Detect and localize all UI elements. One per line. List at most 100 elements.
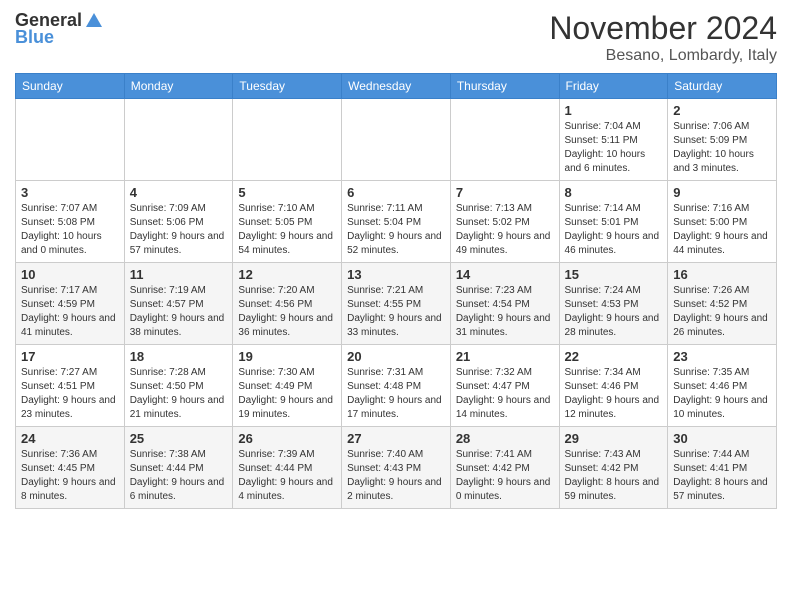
calendar-cell: 14Sunrise: 7:23 AM Sunset: 4:54 PM Dayli… [450,263,559,345]
day-number: 9 [673,185,771,200]
page-header: General Blue November 2024 Besano, Lomba… [15,10,777,65]
calendar-header-row: Sunday Monday Tuesday Wednesday Thursday… [16,74,777,99]
day-info: Sunrise: 7:17 AM Sunset: 4:59 PM Dayligh… [21,284,119,340]
calendar-cell [342,99,451,181]
calendar-week-row: 10 Sunrise: 7:17 AM Sunset: 4:59 PM Dayli… [16,263,777,345]
day-number: 21 [456,349,554,364]
calendar-cell: 27Sunrise: 7:40 AM Sunset: 4:43 PM Dayli… [342,427,451,509]
day-info: Sunrise: 7:26 AM Sunset: 4:52 PM Dayligh… [673,284,771,340]
day-number: 26 [238,431,336,446]
day-number: 29 [565,431,663,446]
logo: General Blue [15,10,104,48]
logo-blue-text: Blue [15,27,104,48]
day-info: Sunrise: 7:36 AM Sunset: 4:45 PM Dayligh… [21,448,119,504]
calendar-cell: 18Sunrise: 7:28 AM Sunset: 4:50 PM Dayli… [124,345,233,427]
day-number: 1 [565,103,663,118]
calendar-cell [450,99,559,181]
day-number: 24 [21,431,119,446]
day-number: 28 [456,431,554,446]
col-sunday: Sunday [16,74,125,99]
calendar-cell: 11 Sunrise: 7:19 AM Sunset: 4:57 PM Dayli… [124,263,233,345]
calendar-cell: 23 Sunrise: 7:35 AM Sunset: 4:46 PM Dayli… [668,345,777,427]
day-info: Sunrise: 7:23 AM Sunset: 4:54 PM Dayligh… [456,284,554,340]
day-number: 6 [347,185,445,200]
day-number: 3 [21,185,119,200]
day-number: 23 [673,349,771,364]
calendar-cell: 30 Sunrise: 7:44 AM Sunset: 4:41 PM Dayli… [668,427,777,509]
day-info: Sunrise: 7:34 AM Sunset: 4:46 PM Dayligh… [565,366,663,422]
day-number: 15 [565,267,663,282]
calendar-cell: 7 Sunrise: 7:13 AM Sunset: 5:02 PM Daylig… [450,181,559,263]
day-number: 7 [456,185,554,200]
day-number: 11 [130,267,228,282]
calendar-cell: 17Sunrise: 7:27 AM Sunset: 4:51 PM Dayli… [16,345,125,427]
day-info: Sunrise: 7:28 AM Sunset: 4:50 PM Dayligh… [130,366,228,422]
day-number: 2 [673,103,771,118]
calendar-cell: 10 Sunrise: 7:17 AM Sunset: 4:59 PM Dayli… [16,263,125,345]
day-info: Sunrise: 7:06 AM Sunset: 5:09 PM Dayligh… [673,120,771,176]
title-section: November 2024 Besano, Lombardy, Italy [549,10,777,65]
calendar-cell: 16Sunrise: 7:26 AM Sunset: 4:52 PM Dayli… [668,263,777,345]
calendar-cell: 24 Sunrise: 7:36 AM Sunset: 4:45 PM Dayli… [16,427,125,509]
day-number: 22 [565,349,663,364]
calendar-cell: 20 Sunrise: 7:31 AM Sunset: 4:48 PM Dayli… [342,345,451,427]
col-monday: Monday [124,74,233,99]
calendar-cell: 1 Sunrise: 7:04 AM Sunset: 5:11 PM Daylig… [559,99,668,181]
calendar-cell: 26 Sunrise: 7:39 AM Sunset: 4:44 PM Dayli… [233,427,342,509]
calendar-cell: 15 Sunrise: 7:24 AM Sunset: 4:53 PM Dayli… [559,263,668,345]
calendar-cell: 6Sunrise: 7:11 AM Sunset: 5:04 PM Daylig… [342,181,451,263]
day-info: Sunrise: 7:16 AM Sunset: 5:00 PM Dayligh… [673,202,771,258]
day-number: 25 [130,431,228,446]
day-info: Sunrise: 7:09 AM Sunset: 5:06 PM Dayligh… [130,202,228,258]
month-title: November 2024 [549,10,777,47]
calendar-week-row: 3 Sunrise: 7:07 AM Sunset: 5:08 PM Daylig… [16,181,777,263]
calendar-cell: 9 Sunrise: 7:16 AM Sunset: 5:00 PM Daylig… [668,181,777,263]
day-number: 5 [238,185,336,200]
calendar-cell: 2 Sunrise: 7:06 AM Sunset: 5:09 PM Daylig… [668,99,777,181]
calendar-cell: 22 Sunrise: 7:34 AM Sunset: 4:46 PM Dayli… [559,345,668,427]
day-info: Sunrise: 7:07 AM Sunset: 5:08 PM Dayligh… [21,202,119,258]
day-info: Sunrise: 7:38 AM Sunset: 4:44 PM Dayligh… [130,448,228,504]
day-info: Sunrise: 7:13 AM Sunset: 5:02 PM Dayligh… [456,202,554,258]
day-info: Sunrise: 7:04 AM Sunset: 5:11 PM Dayligh… [565,120,663,176]
day-number: 20 [347,349,445,364]
calendar-week-row: 1 Sunrise: 7:04 AM Sunset: 5:11 PM Daylig… [16,99,777,181]
calendar-cell: 12 Sunrise: 7:20 AM Sunset: 4:56 PM Dayli… [233,263,342,345]
day-info: Sunrise: 7:31 AM Sunset: 4:48 PM Dayligh… [347,366,445,422]
day-number: 10 [21,267,119,282]
calendar-table: Sunday Monday Tuesday Wednesday Thursday… [15,73,777,509]
day-number: 19 [238,349,336,364]
day-info: Sunrise: 7:24 AM Sunset: 4:53 PM Dayligh… [565,284,663,340]
day-number: 17 [21,349,119,364]
calendar-cell: 25 Sunrise: 7:38 AM Sunset: 4:44 PM Dayli… [124,427,233,509]
day-info: Sunrise: 7:10 AM Sunset: 5:05 PM Dayligh… [238,202,336,258]
calendar-cell [233,99,342,181]
calendar-cell: 19 Sunrise: 7:30 AM Sunset: 4:49 PM Dayli… [233,345,342,427]
day-info: Sunrise: 7:43 AM Sunset: 4:42 PM Dayligh… [565,448,663,504]
calendar-cell [16,99,125,181]
day-number: 30 [673,431,771,446]
col-thursday: Thursday [450,74,559,99]
day-info: Sunrise: 7:32 AM Sunset: 4:47 PM Dayligh… [456,366,554,422]
location: Besano, Lombardy, Italy [549,47,777,65]
calendar-cell: 29 Sunrise: 7:43 AM Sunset: 4:42 PM Dayli… [559,427,668,509]
day-number: 12 [238,267,336,282]
day-info: Sunrise: 7:35 AM Sunset: 4:46 PM Dayligh… [673,366,771,422]
day-info: Sunrise: 7:14 AM Sunset: 5:01 PM Dayligh… [565,202,663,258]
day-info: Sunrise: 7:41 AM Sunset: 4:42 PM Dayligh… [456,448,554,504]
day-info: Sunrise: 7:19 AM Sunset: 4:57 PM Dayligh… [130,284,228,340]
page-container: General Blue November 2024 Besano, Lomba… [0,0,792,519]
day-info: Sunrise: 7:30 AM Sunset: 4:49 PM Dayligh… [238,366,336,422]
col-tuesday: Tuesday [233,74,342,99]
day-number: 27 [347,431,445,446]
day-info: Sunrise: 7:44 AM Sunset: 4:41 PM Dayligh… [673,448,771,504]
day-number: 13 [347,267,445,282]
calendar-cell: 3 Sunrise: 7:07 AM Sunset: 5:08 PM Daylig… [16,181,125,263]
calendar-cell: 5 Sunrise: 7:10 AM Sunset: 5:05 PM Daylig… [233,181,342,263]
calendar-cell [124,99,233,181]
calendar-cell: 13Sunrise: 7:21 AM Sunset: 4:55 PM Dayli… [342,263,451,345]
day-info: Sunrise: 7:20 AM Sunset: 4:56 PM Dayligh… [238,284,336,340]
col-saturday: Saturday [668,74,777,99]
calendar-week-row: 17Sunrise: 7:27 AM Sunset: 4:51 PM Dayli… [16,345,777,427]
day-info: Sunrise: 7:39 AM Sunset: 4:44 PM Dayligh… [238,448,336,504]
